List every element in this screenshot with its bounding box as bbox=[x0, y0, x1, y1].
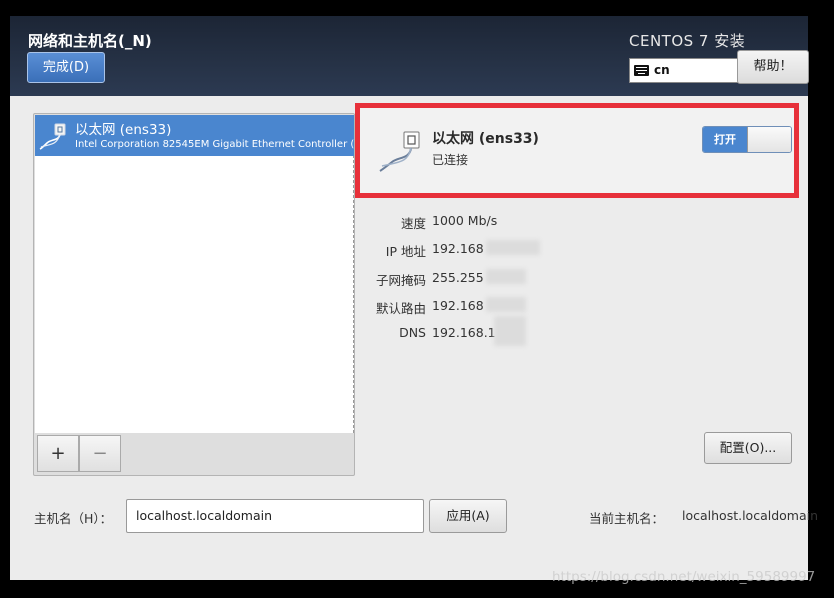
done-button[interactable]: 完成(D) bbox=[27, 52, 105, 83]
list-toolbar: + − bbox=[37, 435, 121, 472]
header-bar: 网络和主机名(_N) 完成(D) CENTOS 7 安装 cn bbox=[10, 16, 808, 96]
subnet-mask-label: 子网掩码 bbox=[375, 273, 426, 288]
highlight-annotation bbox=[355, 103, 799, 198]
add-device-button[interactable]: + bbox=[37, 435, 79, 472]
redaction-blur bbox=[486, 297, 526, 312]
speed-label: 速度 bbox=[400, 216, 426, 231]
default-route-label: 默认路由 bbox=[375, 301, 426, 316]
ip-address-value: 192.168 bbox=[432, 241, 484, 256]
device-list-panel: 以太网 (ens33) Intel Corporation 82545EM Gi… bbox=[33, 113, 355, 476]
default-route-value: 192.168 bbox=[432, 298, 484, 313]
ip-address-label: IP 地址 bbox=[385, 244, 426, 259]
help-button[interactable]: 帮助！ bbox=[737, 50, 809, 84]
keyboard-layout-label: cn bbox=[654, 63, 670, 77]
remove-device-button[interactable]: − bbox=[79, 435, 121, 472]
dns-label: DNS bbox=[399, 325, 426, 340]
redaction-blur bbox=[486, 240, 540, 255]
speed-value: 1000 Mb/s bbox=[432, 213, 498, 228]
subnet-mask-value: 255.255 bbox=[432, 270, 484, 285]
redaction-blur bbox=[494, 316, 526, 346]
redaction-blur bbox=[486, 269, 526, 284]
install-title: CENTOS 7 安装 bbox=[629, 32, 746, 50]
current-hostname-label: 当前主机名： bbox=[589, 511, 665, 526]
ethernet-icon bbox=[39, 123, 66, 150]
keyboard-icon bbox=[634, 65, 649, 76]
page-title: 网络和主机名(_N) bbox=[28, 32, 152, 50]
device-name: 以太网 (ens33) bbox=[75, 122, 172, 138]
keyboard-layout-indicator[interactable]: cn bbox=[629, 58, 739, 83]
list-item-ens33[interactable]: 以太网 (ens33) Intel Corporation 82545EM Gi… bbox=[35, 115, 354, 156]
hostname-input[interactable]: localhost.localdomain bbox=[126, 499, 424, 533]
apply-button[interactable]: 应用(A) bbox=[429, 499, 507, 533]
watermark-text: https://blog.csdn.net/weixin_59589997 bbox=[552, 569, 816, 585]
dns-value: 192.168.1 bbox=[432, 325, 496, 340]
hostname-label: 主机名（H）： bbox=[34, 511, 113, 526]
configure-button[interactable]: 配置(O)... bbox=[704, 432, 792, 464]
main-panel: 以太网 (ens33) Intel Corporation 82545EM Gi… bbox=[10, 96, 818, 580]
device-description: Intel Corporation 82545EM Gigabit Ethern… bbox=[75, 139, 354, 150]
device-list: 以太网 (ens33) Intel Corporation 82545EM Gi… bbox=[35, 115, 354, 433]
window: 网络和主机名(_N) 完成(D) CENTOS 7 安装 cn 帮助！ 以太网 … bbox=[0, 0, 834, 598]
current-hostname-value: localhost.localdomain bbox=[682, 508, 819, 523]
